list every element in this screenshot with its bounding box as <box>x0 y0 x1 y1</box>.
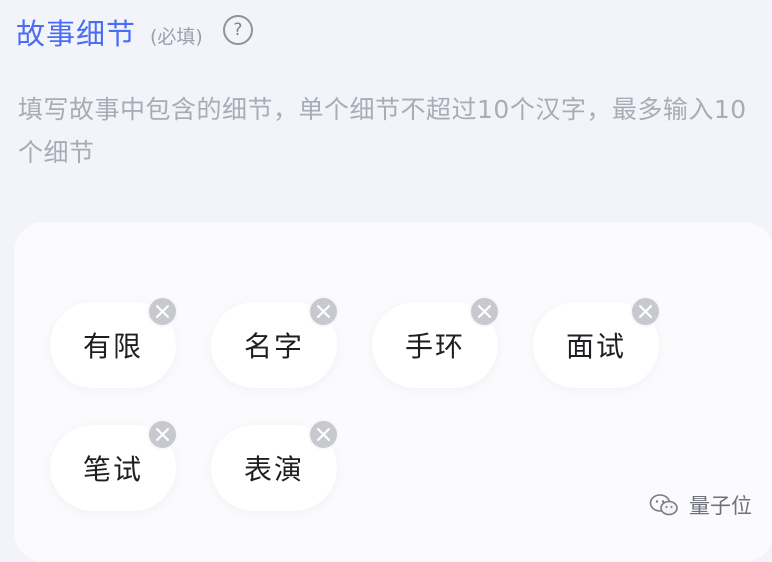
watermark-text: 量子位 <box>689 494 752 518</box>
help-icon[interactable]: ? <box>222 15 253 45</box>
remove-tag-button[interactable] <box>630 296 661 327</box>
remove-tag-button[interactable] <box>308 296 339 327</box>
watermark: 量子位 <box>649 490 752 520</box>
hint-text: 填写故事中包含的细节，单个细节不超过10个汉字，最多输入10个细节 <box>18 95 747 167</box>
tag-label: 手环 <box>404 330 465 363</box>
tag-chip[interactable]: 面试 <box>533 296 661 388</box>
close-icon <box>478 305 491 318</box>
section-header: 故事细节 (必填) ? <box>16 10 253 54</box>
section-title: 故事细节 <box>16 17 137 51</box>
tag-label: 面试 <box>565 330 626 363</box>
remove-tag-button[interactable] <box>147 296 178 327</box>
tag-label: 笔试 <box>82 453 143 486</box>
close-icon <box>317 305 330 318</box>
tag-chip[interactable]: 笔试 <box>50 419 178 511</box>
tag-label: 表演 <box>243 453 304 486</box>
close-icon <box>156 428 169 441</box>
tag-label: 有限 <box>82 330 143 363</box>
remove-tag-button[interactable] <box>469 296 500 327</box>
remove-tag-button[interactable] <box>147 419 178 450</box>
close-icon <box>317 428 330 441</box>
close-icon <box>639 305 652 318</box>
wechat-icon <box>649 494 678 516</box>
tag-chip[interactable]: 名字 <box>211 296 339 388</box>
tag-chip[interactable]: 有限 <box>50 296 178 388</box>
tag-chip[interactable]: 表演 <box>211 419 339 511</box>
required-label: (必填) <box>150 25 203 48</box>
help-glyph: ? <box>233 20 243 40</box>
remove-tag-button[interactable] <box>308 419 339 450</box>
tag-chip[interactable]: 手环 <box>372 296 500 388</box>
tag-label: 名字 <box>243 330 304 363</box>
close-icon <box>156 305 169 318</box>
